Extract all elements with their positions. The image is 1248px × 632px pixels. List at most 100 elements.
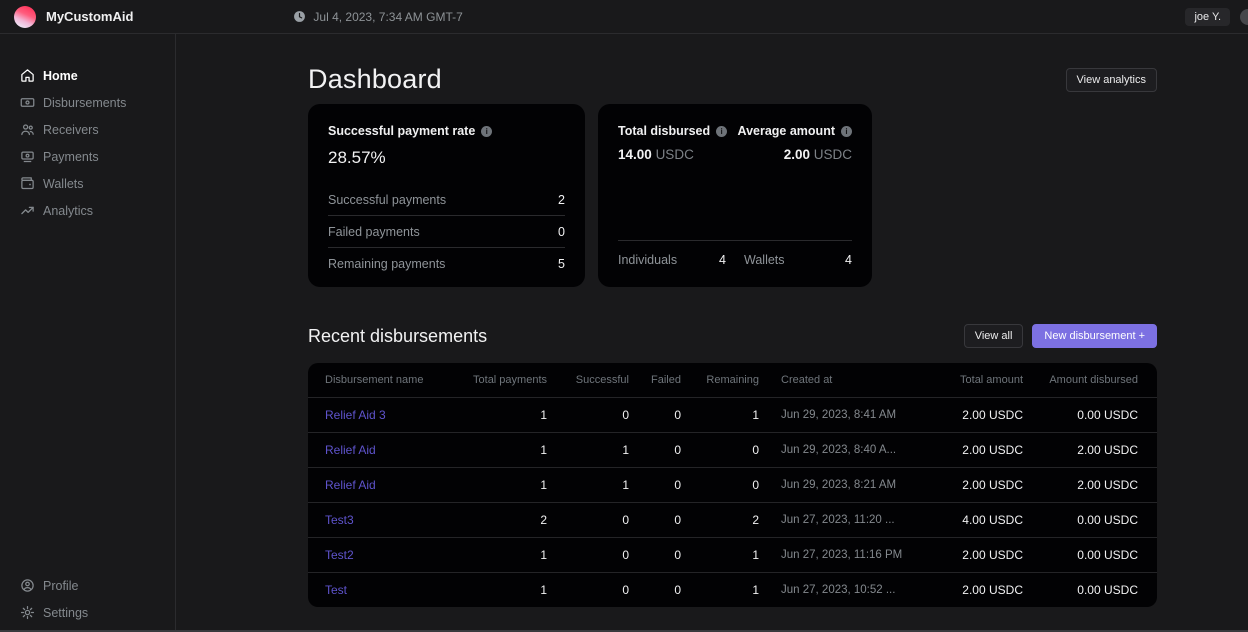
view-all-button[interactable]: View all — [964, 324, 1024, 348]
banknote-icon — [20, 95, 35, 110]
remaining-cell: 0 — [681, 443, 759, 457]
column-header: Total payments — [465, 374, 547, 386]
failed-cell: 0 — [629, 583, 681, 597]
amount-disbursed-cell: 2.00 USDC — [1023, 443, 1138, 457]
total-amount-cell: 2.00 USDC — [893, 408, 1023, 422]
successful-cell: 1 — [547, 478, 629, 492]
sidebar-item-payments[interactable]: Payments — [0, 143, 175, 170]
table-row[interactable]: Test3 2 0 0 2 Jun 27, 2023, 11:20 ... 4.… — [308, 502, 1157, 537]
amount-disbursed-cell: 0.00 USDC — [1023, 583, 1138, 597]
total-amount-cell: 4.00 USDC — [893, 513, 1023, 527]
sidebar-item-wallets[interactable]: Wallets — [0, 170, 175, 197]
payments-icon — [20, 149, 35, 164]
info-icon[interactable] — [841, 126, 852, 137]
table-row[interactable]: Test2 1 0 0 1 Jun 27, 2023, 11:16 PM 2.0… — [308, 537, 1157, 572]
payment-rate-title: Successful payment rate — [328, 124, 475, 138]
user-menu-button[interactable]: joe Y. — [1185, 8, 1230, 26]
app-logo — [14, 6, 36, 28]
amount-number: 14.00 — [618, 147, 652, 162]
disbursement-link[interactable]: Test3 — [325, 513, 465, 527]
disbursement-link[interactable]: Relief Aid — [325, 443, 465, 457]
remaining-cell: 1 — [681, 548, 759, 562]
stat-value: 2 — [558, 193, 565, 207]
total-payments-cell: 1 — [465, 548, 547, 562]
new-disbursement-button[interactable]: New disbursement + — [1032, 324, 1157, 348]
failed-cell: 0 — [629, 478, 681, 492]
total-payments-cell: 1 — [465, 583, 547, 597]
sidebar-item-analytics[interactable]: Analytics — [0, 197, 175, 224]
wallet-icon — [20, 176, 35, 191]
column-header: Created at — [759, 374, 893, 386]
column-header: Amount disbursed — [1023, 374, 1138, 386]
disbursement-link[interactable]: Test — [325, 583, 465, 597]
avatar[interactable] — [1240, 9, 1248, 25]
wallets-label: Wallets — [744, 253, 785, 267]
table-row[interactable]: Relief Aid 1 1 0 0 Jun 29, 2023, 8:21 AM… — [308, 467, 1157, 502]
remaining-cell: 0 — [681, 478, 759, 492]
successful-cell: 0 — [547, 548, 629, 562]
info-icon[interactable] — [716, 126, 727, 137]
individuals-label: Individuals — [618, 253, 677, 267]
sidebar-item-home[interactable]: Home — [0, 62, 175, 89]
info-icon[interactable] — [481, 126, 492, 137]
total-disbursed-value: 14.00 USDC — [618, 147, 694, 162]
sidebar-item-disbursements[interactable]: Disbursements — [0, 89, 175, 116]
total-payments-cell: 2 — [465, 513, 547, 527]
stat-label: Successful payments — [328, 193, 446, 207]
disbursement-link[interactable]: Test2 — [325, 548, 465, 562]
payment-rate-card: Successful payment rate 28.57% Successfu… — [308, 104, 585, 287]
user-circle-icon — [20, 578, 35, 593]
payment-rate-value: 28.57% — [328, 148, 565, 168]
main-area: Dashboard View analytics Successful paym… — [176, 34, 1248, 632]
sidebar-item-settings[interactable]: Settings — [0, 599, 175, 626]
recent-disbursements-title: Recent disbursements — [308, 326, 487, 347]
stat-value: 0 — [558, 225, 565, 239]
sidebar-item-label: Disbursements — [43, 96, 126, 110]
sidebar-footer: Profile Settings — [0, 572, 175, 626]
table-row[interactable]: Relief Aid 1 1 0 0 Jun 29, 2023, 8:40 A.… — [308, 432, 1157, 467]
topbar-datetime: Jul 4, 2023, 7:34 AM GMT-7 — [293, 10, 462, 24]
sidebar-item-receivers[interactable]: Receivers — [0, 116, 175, 143]
sidebar-item-label: Wallets — [43, 177, 84, 191]
disbursements-table: Disbursement name Total payments Success… — [308, 363, 1157, 607]
table-row[interactable]: Test 1 0 0 1 Jun 27, 2023, 10:52 ... 2.0… — [308, 572, 1157, 607]
stat-label: Failed payments — [328, 225, 420, 239]
view-analytics-button[interactable]: View analytics — [1066, 68, 1158, 92]
successful-cell: 0 — [547, 583, 629, 597]
created-at-cell: Jun 29, 2023, 8:41 AM — [759, 409, 893, 421]
wallets-value: 4 — [845, 253, 852, 267]
total-payments-cell: 1 — [465, 443, 547, 457]
column-header: Disbursement name — [325, 374, 465, 386]
amount-disbursed-cell: 2.00 USDC — [1023, 478, 1138, 492]
sidebar: Home Disbursements Receivers Payments Wa… — [0, 34, 176, 632]
total-payments-cell: 1 — [465, 408, 547, 422]
stat-row-remaining: Remaining payments 5 — [328, 248, 565, 280]
page-title: Dashboard — [308, 64, 442, 95]
total-amount-cell: 2.00 USDC — [893, 548, 1023, 562]
sidebar-item-label: Home — [43, 69, 78, 83]
sidebar-item-label: Receivers — [43, 123, 99, 137]
disbursement-link[interactable]: Relief Aid 3 — [325, 408, 465, 422]
created-at-cell: Jun 27, 2023, 11:16 PM — [759, 549, 893, 561]
column-header: Successful — [547, 374, 629, 386]
total-amount-cell: 2.00 USDC — [893, 443, 1023, 457]
average-amount-value: 2.00 USDC — [784, 147, 852, 162]
topbar: MyCustomAid Jul 4, 2023, 7:34 AM GMT-7 j… — [0, 0, 1248, 34]
average-amount-title: Average amount — [738, 124, 835, 138]
created-at-cell: Jun 29, 2023, 8:40 A... — [759, 444, 893, 456]
remaining-cell: 1 — [681, 583, 759, 597]
amount-currency: USDC — [814, 147, 852, 162]
individuals-stat: Individuals 4 — [618, 253, 726, 267]
disbursement-link[interactable]: Relief Aid — [325, 478, 465, 492]
home-icon — [20, 68, 35, 83]
sidebar-item-label: Payments — [43, 150, 99, 164]
gear-icon — [20, 605, 35, 620]
sidebar-item-label: Settings — [43, 606, 88, 620]
remaining-cell: 1 — [681, 408, 759, 422]
individuals-value: 4 — [719, 253, 726, 267]
table-row[interactable]: Relief Aid 3 1 0 0 1 Jun 29, 2023, 8:41 … — [308, 397, 1157, 432]
created-at-cell: Jun 29, 2023, 8:21 AM — [759, 479, 893, 491]
sidebar-item-profile[interactable]: Profile — [0, 572, 175, 599]
failed-cell: 0 — [629, 408, 681, 422]
created-at-cell: Jun 27, 2023, 10:52 ... — [759, 584, 893, 596]
